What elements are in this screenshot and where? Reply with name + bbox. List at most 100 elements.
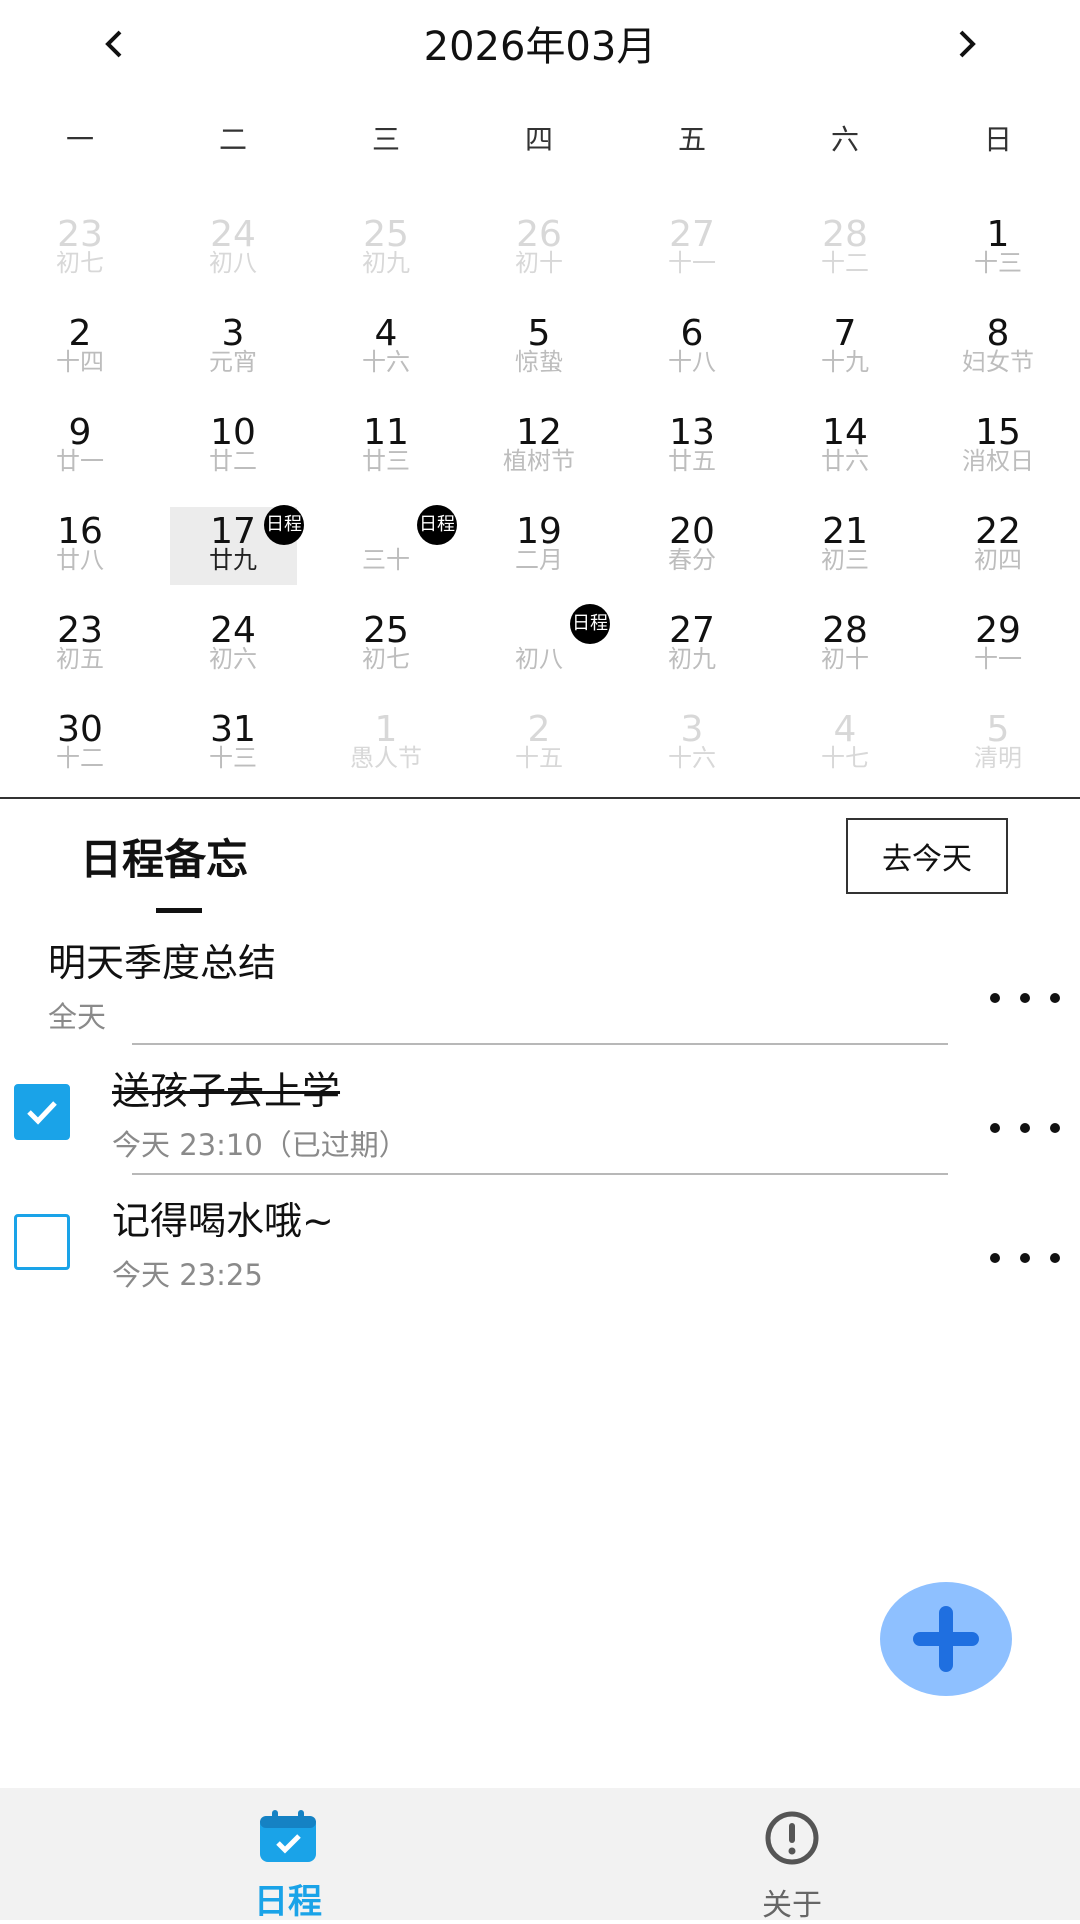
nav-tab-schedule[interactable]: 日程 bbox=[18, 1788, 558, 1922]
calendar-day[interactable]: 27 初九 bbox=[615, 592, 769, 691]
lunar-date: 廿八 bbox=[56, 546, 104, 574]
day-number: 20 bbox=[669, 511, 715, 552]
calendar-day[interactable]: 9 廿一 bbox=[3, 394, 157, 493]
calendar-day[interactable]: 31 十三 bbox=[156, 691, 310, 790]
day-number: 28 bbox=[822, 214, 868, 255]
day-number: 1 bbox=[986, 214, 1010, 255]
lunar-date: 十二 bbox=[56, 744, 104, 772]
calendar-day[interactable]: 22 初四 bbox=[921, 493, 1075, 592]
lunar-date: 消权日 bbox=[962, 447, 1034, 475]
schedule-section-title: 日程备忘 bbox=[80, 835, 249, 884]
weekday-label: 二 bbox=[218, 123, 247, 156]
calendar-day[interactable]: 12 植树节 bbox=[462, 394, 616, 493]
calendar-day[interactable]: 6 十八 bbox=[615, 295, 769, 394]
calendar-day[interactable]: 2 十四 bbox=[3, 295, 157, 394]
schedule-item[interactable]: 送孩子去上学 今天 23:10（已过期） bbox=[0, 1056, 1080, 1176]
day-number: 5 bbox=[527, 313, 551, 354]
calendar-day[interactable]: 5 清明 bbox=[921, 691, 1075, 790]
lunar-date: 初四 bbox=[974, 546, 1022, 574]
calendar-day[interactable]: 21 初三 bbox=[768, 493, 922, 592]
add-schedule-button[interactable] bbox=[880, 1582, 1012, 1696]
calendar-day[interactable]: 三十 日程 bbox=[309, 493, 463, 592]
calendar-header: 2026年03月 bbox=[0, 0, 1080, 88]
checkmark-icon bbox=[27, 1101, 57, 1125]
calendar-grid: 23 初七 24 初八 25 初九 26 初十 27 十一 28 十二 1 十三 2 十四 3 元宵 4 十六 5 惊蛰 6… bbox=[0, 196, 1080, 790]
item-divider bbox=[132, 1173, 948, 1175]
next-month-button[interactable] bbox=[937, 16, 997, 72]
lunar-date: 惊蛰 bbox=[515, 348, 563, 376]
day-number: 7 bbox=[833, 313, 857, 354]
day-number: 4 bbox=[374, 313, 398, 354]
calendar-day[interactable]: 20 春分 bbox=[615, 493, 769, 592]
chevron-right-icon bbox=[959, 30, 976, 58]
calendar-day[interactable]: 5 惊蛰 bbox=[462, 295, 616, 394]
lunar-date: 初八 bbox=[209, 249, 257, 277]
calendar-day[interactable]: 11 廿三 bbox=[309, 394, 463, 493]
calendar-day[interactable]: 2 十五 bbox=[462, 691, 616, 790]
calendar-check-icon bbox=[260, 1810, 316, 1862]
lunar-date: 愚人节 bbox=[350, 744, 422, 772]
calendar-day[interactable]: 16 廿八 bbox=[3, 493, 157, 592]
calendar-day[interactable]: 4 十六 bbox=[309, 295, 463, 394]
plus-icon bbox=[913, 1606, 979, 1672]
lunar-date: 清明 bbox=[974, 744, 1022, 772]
schedule-item[interactable]: 明天季度总结 全天 bbox=[0, 928, 1080, 1040]
calendar-day[interactable]: 3 元宵 bbox=[156, 295, 310, 394]
schedule-badge: 日程 bbox=[570, 604, 610, 644]
calendar-day[interactable]: 29 十一 bbox=[921, 592, 1075, 691]
schedule-item-title: 记得喝水哦~ bbox=[112, 1199, 334, 1243]
calendar-day[interactable]: 25 初九 bbox=[309, 196, 463, 295]
day-number: 3 bbox=[680, 709, 704, 750]
calendar-day[interactable]: 7 十九 bbox=[768, 295, 922, 394]
calendar-day[interactable]: 8 妇女节 bbox=[921, 295, 1075, 394]
calendar-day[interactable]: 1 十三 bbox=[921, 196, 1075, 295]
calendar-day[interactable]: 初八 日程 bbox=[462, 592, 616, 691]
day-number: 11 bbox=[363, 412, 409, 453]
calendar-day[interactable]: 13 廿五 bbox=[615, 394, 769, 493]
calendar-day[interactable]: 27 十一 bbox=[615, 196, 769, 295]
calendar-day[interactable]: 1 愚人节 bbox=[309, 691, 463, 790]
calendar-day[interactable]: 15 消权日 bbox=[921, 394, 1075, 493]
day-number: 14 bbox=[822, 412, 868, 453]
calendar-day[interactable]: 14 廿六 bbox=[768, 394, 922, 493]
lunar-date: 三十 bbox=[362, 546, 410, 574]
calendar-day[interactable]: 28 十二 bbox=[768, 196, 922, 295]
schedule-item[interactable]: 记得喝水哦~ 今天 23:25 bbox=[0, 1186, 1080, 1306]
calendar-day[interactable]: 10 廿二 bbox=[156, 394, 310, 493]
day-number: 23 bbox=[57, 610, 103, 651]
weekday-label: 五 bbox=[677, 123, 706, 156]
calendar-day[interactable]: 23 初五 bbox=[3, 592, 157, 691]
schedule-item-subtitle: 今天 23:10（已过期） bbox=[112, 1128, 408, 1162]
calendar-day[interactable]: 17 廿九 日程 bbox=[156, 493, 310, 592]
go-today-button[interactable]: 去今天 bbox=[846, 818, 1008, 894]
calendar-day[interactable]: 28 初十 bbox=[768, 592, 922, 691]
item-checkbox[interactable] bbox=[14, 1084, 70, 1140]
calendar-day[interactable]: 24 初六 bbox=[156, 592, 310, 691]
calendar-day[interactable]: 23 初七 bbox=[3, 196, 157, 295]
lunar-date: 二月 bbox=[515, 546, 563, 574]
lunar-date: 妇女节 bbox=[962, 348, 1034, 376]
day-number: 31 bbox=[210, 709, 256, 750]
item-checkbox[interactable] bbox=[14, 1214, 70, 1270]
calendar-day[interactable]: 4 十七 bbox=[768, 691, 922, 790]
weekday-label: 一 bbox=[65, 123, 94, 156]
calendar-day[interactable]: 26 初十 bbox=[462, 196, 616, 295]
weekday-label: 三 bbox=[371, 123, 400, 156]
nav-tab-about[interactable]: 关于 bbox=[522, 1788, 1062, 1923]
calendar-day[interactable]: 3 十六 bbox=[615, 691, 769, 790]
day-number: 16 bbox=[57, 511, 103, 552]
more-options-icon[interactable] bbox=[990, 978, 1060, 1018]
more-options-icon[interactable] bbox=[990, 1108, 1060, 1148]
calendar-day[interactable]: 30 十二 bbox=[3, 691, 157, 790]
calendar-day[interactable]: 25 初七 bbox=[309, 592, 463, 691]
calendar-day[interactable]: 19 二月 bbox=[462, 493, 616, 592]
day-number: 13 bbox=[669, 412, 715, 453]
lunar-date: 廿六 bbox=[821, 447, 869, 475]
lunar-date: 植树节 bbox=[503, 447, 575, 475]
lunar-date: 初八 bbox=[515, 645, 563, 673]
more-options-icon[interactable] bbox=[990, 1238, 1060, 1278]
lunar-date: 十二 bbox=[821, 249, 869, 277]
day-number: 19 bbox=[516, 511, 562, 552]
calendar-day[interactable]: 24 初八 bbox=[156, 196, 310, 295]
day-number: 30 bbox=[57, 709, 103, 750]
